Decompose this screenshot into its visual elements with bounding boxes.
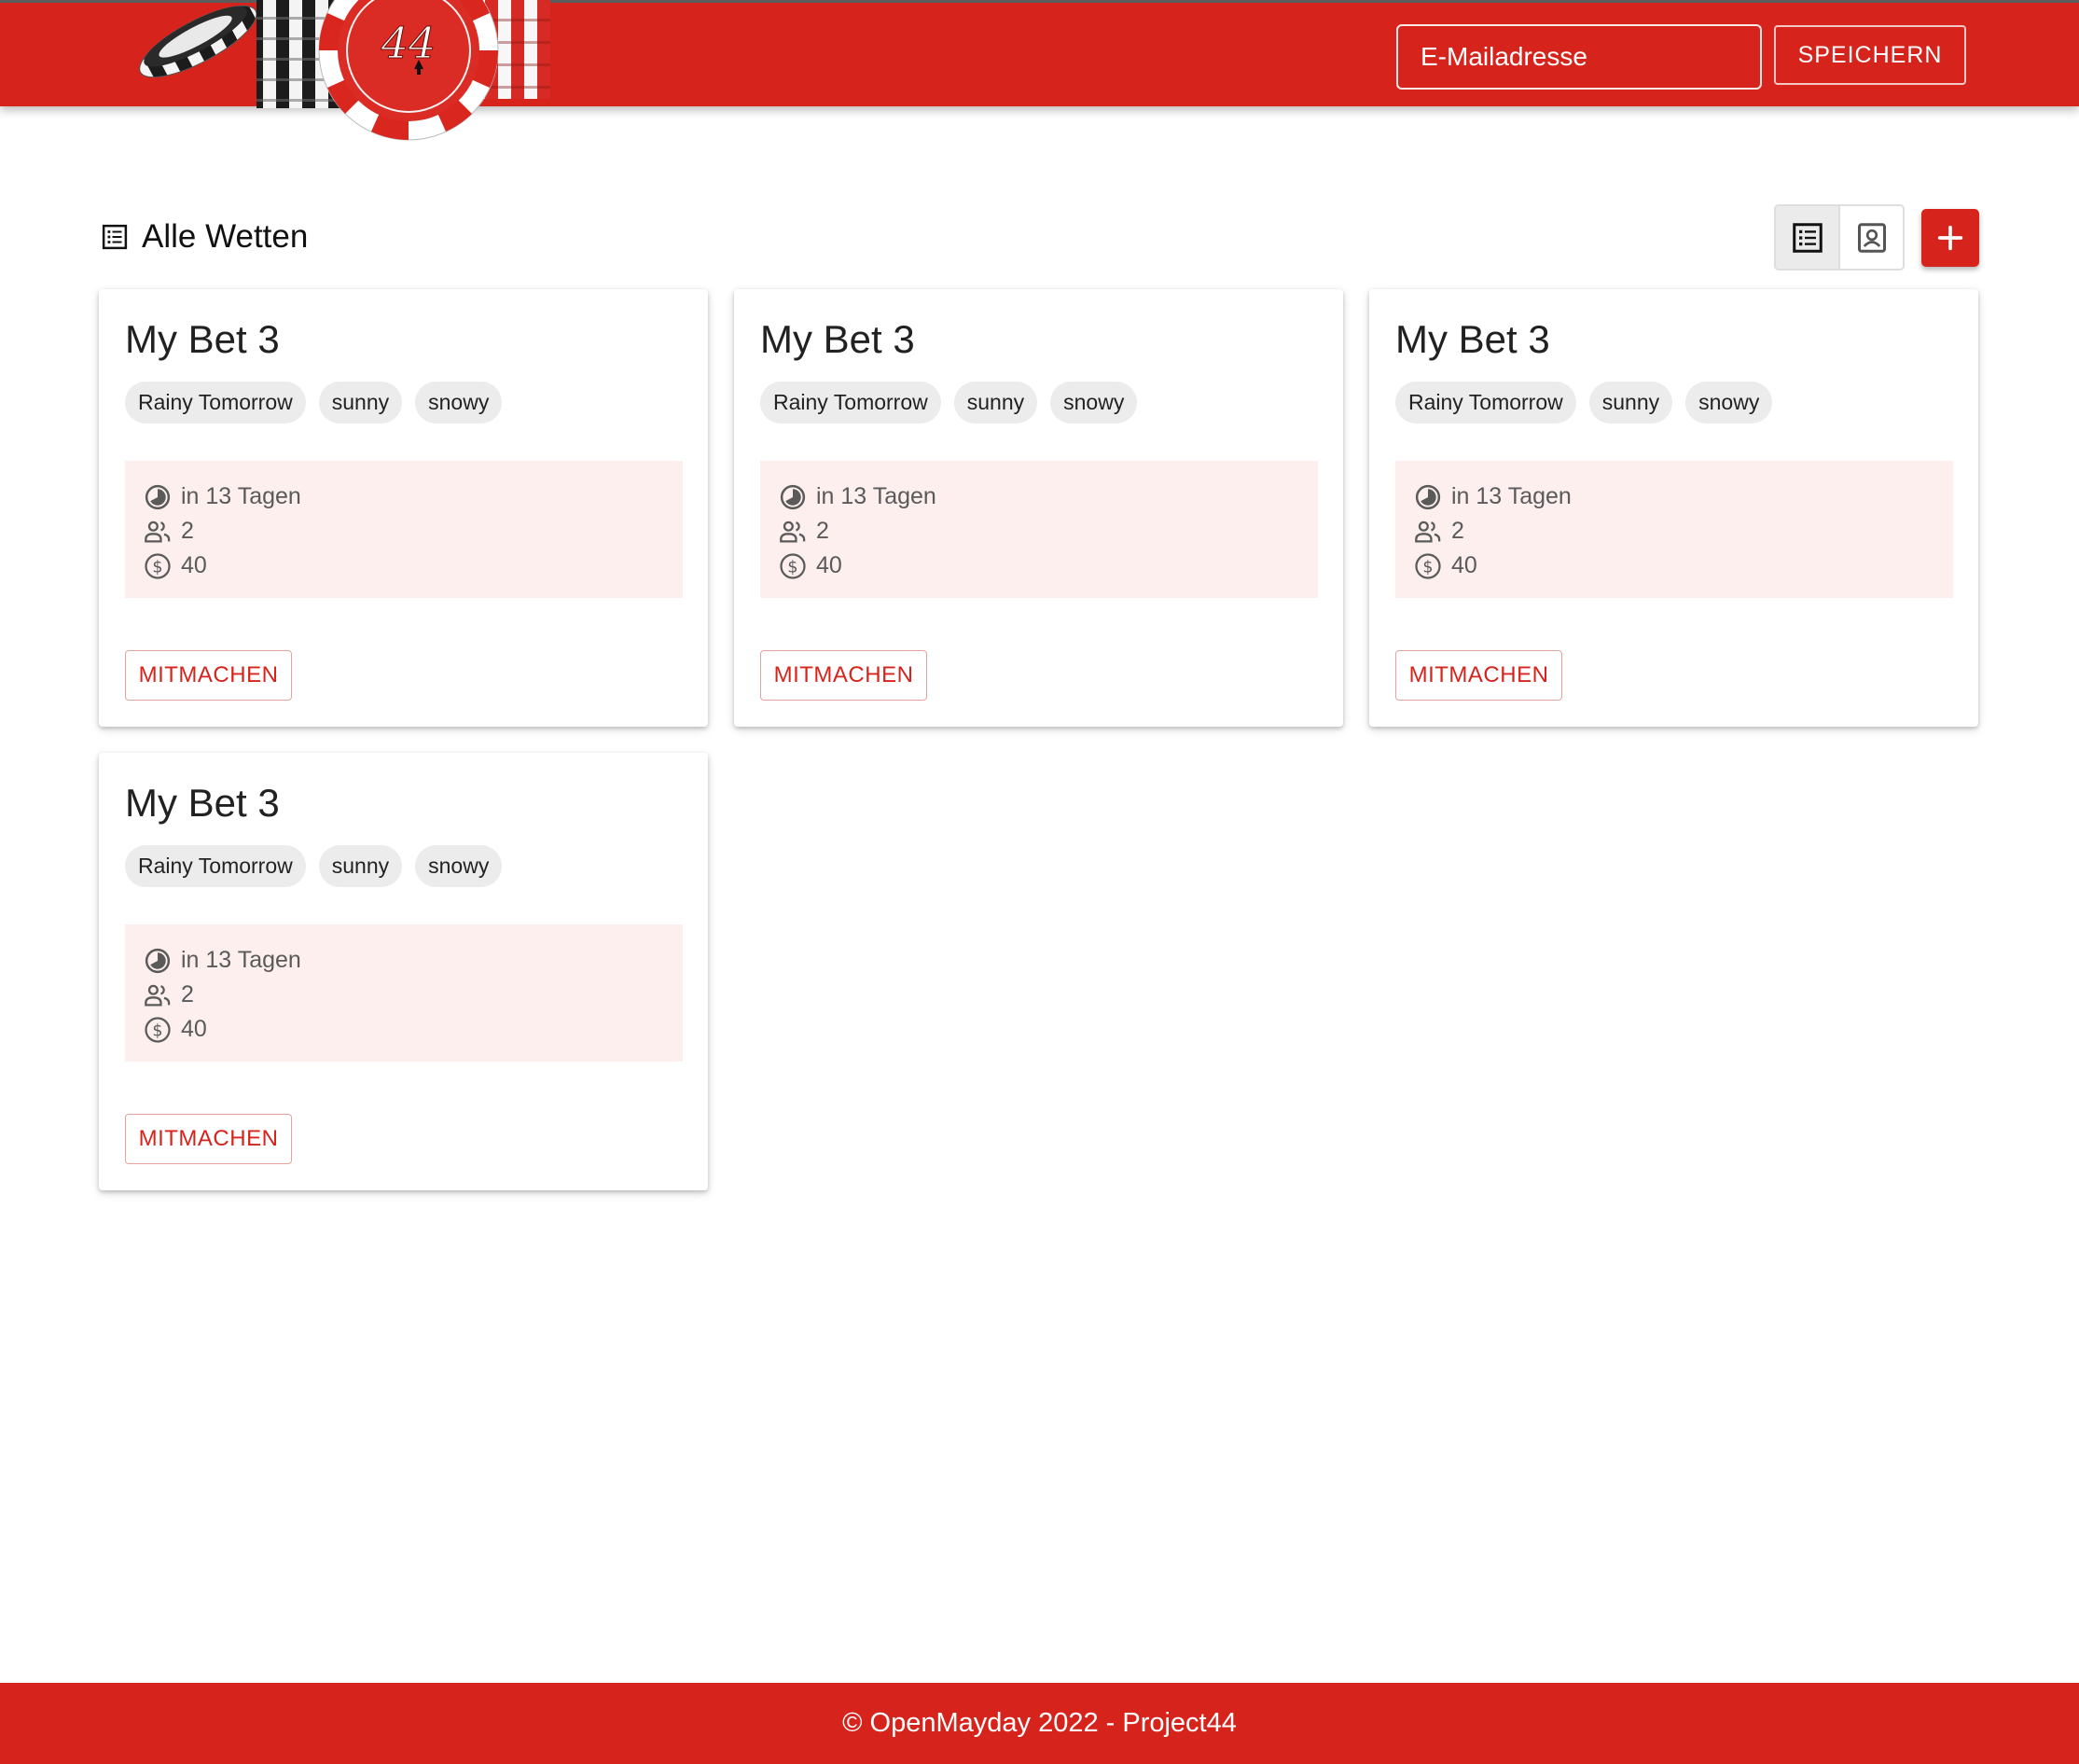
people-icon [145,984,171,1007]
dollar-circle-icon: $ [145,1016,171,1043]
bet-title: My Bet 3 [125,317,280,361]
participants-count: 2 [181,981,194,1007]
bet-info-panel: in 13 Tagen 2 $ 40 [125,924,683,1062]
participants-row: 2 [1414,514,1953,549]
due-text: in 13 Tagen [1451,483,1572,509]
participants-count: 2 [816,518,829,544]
svg-text:$: $ [152,1021,162,1040]
bet-card: My Bet 3 Rainy Tomorrow sunny snowy in 1… [1369,289,1978,727]
save-button[interactable]: SPEICHERN [1774,25,1966,85]
add-bet-button[interactable] [1921,209,1979,267]
tag-chip[interactable]: snowy [415,382,503,424]
section-header: Alle Wetten [101,215,308,259]
tag-chip[interactable]: sunny [953,382,1038,424]
tag-chip[interactable]: sunny [318,845,403,887]
stake-amount: 40 [1451,552,1477,578]
dollar-circle-icon: $ [780,552,806,579]
join-bet-button[interactable]: MITMACHEN [125,650,292,701]
card-view-icon [1857,222,1886,253]
tag-chip[interactable]: snowy [415,845,503,887]
tag-chip[interactable]: Rainy Tomorrow [125,845,306,887]
tag-chip[interactable]: sunny [1588,382,1673,424]
bet-info-panel: in 13 Tagen 2 $ 40 [125,461,683,598]
tag-list: Rainy Tomorrow sunny snowy [1395,382,1773,424]
page-title: Alle Wetten [142,218,309,255]
view-toggle-group [1774,204,1905,271]
participants-row: 2 [779,514,1318,549]
logo-chip-number: 44 [381,18,437,68]
list-icon [102,224,128,250]
tag-chip[interactable]: sunny [318,382,403,424]
due-row: in 13 Tagen [144,943,683,978]
app-footer: © OpenMayday 2022 - Project44 [0,1683,2079,1764]
timer-icon [1415,484,1441,509]
page: SPEICHERN [0,0,2079,1764]
bet-title: My Bet 3 [760,317,915,361]
tag-chip[interactable]: Rainy Tomorrow [760,382,941,424]
dollar-circle-icon: $ [145,552,171,579]
stake-amount: 40 [816,552,842,578]
people-icon [1415,521,1441,543]
plus-icon [1937,225,1963,251]
svg-text:$: $ [1422,558,1433,576]
people-icon [780,521,806,543]
participants-row: 2 [144,514,683,549]
timer-icon [145,484,171,509]
bet-info-panel: in 13 Tagen 2 $ 40 [1395,461,1953,598]
join-bet-button[interactable]: MITMACHEN [1395,650,1562,701]
bet-title: My Bet 3 [1395,317,1550,361]
svg-text:$: $ [152,558,162,576]
email-field[interactable] [1396,24,1762,90]
participants-row: 2 [144,978,683,1012]
poker-chips-logo: 44 [139,0,550,141]
bet-card: My Bet 3 Rainy Tomorrow sunny snowy in 1… [99,289,708,727]
tag-chip[interactable]: Rainy Tomorrow [125,382,306,424]
stake-row: $ 40 [779,549,1318,583]
stake-amount: 40 [181,1016,207,1042]
due-row: in 13 Tagen [1414,479,1953,514]
timer-icon [145,948,171,973]
bet-info-panel: in 13 Tagen 2 $ 40 [760,461,1318,598]
stake-row: $ 40 [1414,549,1953,583]
card-view-button[interactable] [1840,206,1903,269]
due-row: in 13 Tagen [144,479,683,514]
bet-card-grid: My Bet 3 Rainy Tomorrow sunny snowy in 1… [99,289,1979,1190]
tag-chip[interactable]: snowy [1050,382,1138,424]
tag-list: Rainy Tomorrow sunny snowy [125,382,503,424]
stake-row: $ 40 [144,549,683,583]
bet-card: My Bet 3 Rainy Tomorrow sunny snowy in 1… [734,289,1343,727]
list-view-icon [1792,222,1823,253]
stake-row: $ 40 [144,1012,683,1047]
tag-list: Rainy Tomorrow sunny snowy [125,845,503,887]
bet-title: My Bet 3 [125,781,280,825]
timer-icon [780,484,806,509]
due-row: in 13 Tagen [779,479,1318,514]
dollar-circle-icon: $ [1415,552,1441,579]
due-text: in 13 Tagen [181,483,301,509]
bet-card: My Bet 3 Rainy Tomorrow sunny snowy in 1… [99,753,708,1190]
tag-chip[interactable]: snowy [1685,382,1773,424]
list-view-button[interactable] [1776,206,1840,269]
tag-list: Rainy Tomorrow sunny snowy [760,382,1138,424]
svg-text:$: $ [787,558,797,576]
participants-count: 2 [1451,518,1464,544]
stake-amount: 40 [181,552,207,578]
due-text: in 13 Tagen [181,947,301,973]
join-bet-button[interactable]: MITMACHEN [125,1114,292,1164]
due-text: in 13 Tagen [816,483,936,509]
participants-count: 2 [181,518,194,544]
join-bet-button[interactable]: MITMACHEN [760,650,927,701]
tag-chip[interactable]: Rainy Tomorrow [1395,382,1576,424]
people-icon [145,521,171,543]
footer-copyright: © OpenMayday 2022 - Project44 [842,1708,1237,1738]
